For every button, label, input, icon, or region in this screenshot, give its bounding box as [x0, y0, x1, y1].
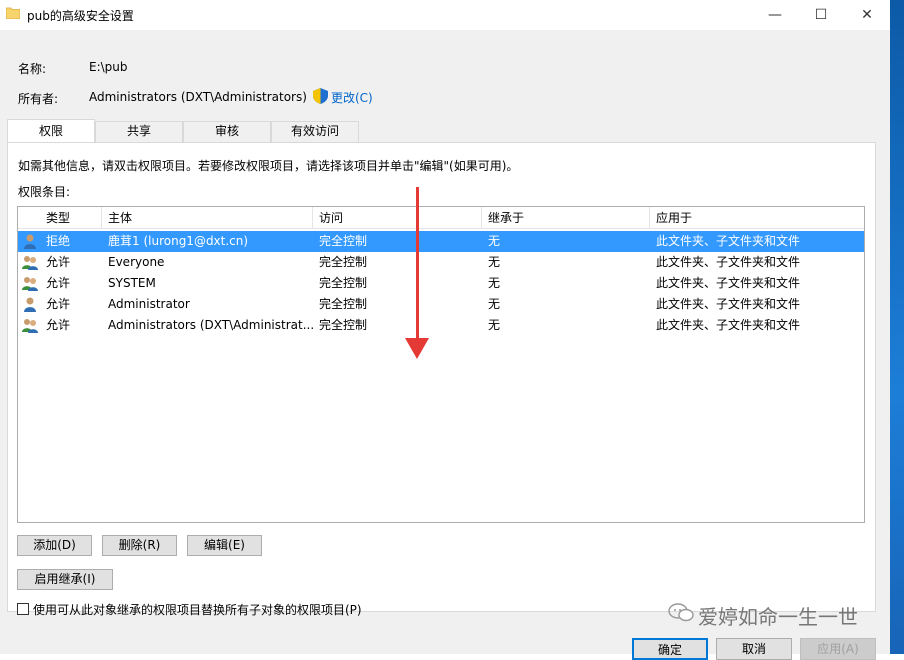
tab-auditing[interactable]: 审核 — [183, 121, 271, 142]
group-users-icon — [22, 319, 38, 333]
desktop-background — [890, 0, 904, 654]
column-access[interactable]: 访问 — [313, 207, 482, 229]
annotation-arrow-shaft — [416, 187, 419, 342]
tab-permissions[interactable]: 权限 — [7, 119, 95, 142]
change-owner-link[interactable]: 更改(C) — [331, 89, 373, 106]
name-value: E:\pub — [89, 60, 128, 74]
table-row[interactable]: 允许 Everyone 完全控制 无 此文件夹、子文件夹和文件 — [18, 252, 864, 273]
cell-inherited-from: 无 — [488, 318, 501, 332]
dialog-edge — [874, 40, 890, 654]
cell-inherited-from: 无 — [488, 276, 501, 290]
permission-entries-list[interactable]: 类型 主体 访问 继承于 应用于 拒绝 鹿茸1 (lurong1@dxt.cn) 完… — [17, 206, 865, 523]
single-user-icon — [24, 297, 36, 312]
folder-icon — [6, 7, 20, 19]
title-bar: pub的高级安全设置 — ☐ ✕ — [0, 0, 890, 30]
cell-access: 完全控制 — [319, 297, 368, 311]
cancel-button[interactable]: 取消 — [716, 638, 792, 660]
minimize-button[interactable]: — — [752, 0, 798, 30]
cell-principal: Administrators (DXT\Administrat... — [108, 318, 313, 332]
single-user-icon — [24, 234, 36, 249]
table-row[interactable]: 拒绝 鹿茸1 (lurong1@dxt.cn) 完全控制 无 此文件夹、子文件夹和文件 — [18, 231, 864, 252]
table-row[interactable]: 允许 Administrators (DXT\Administrat... 完全控制… — [18, 315, 864, 336]
ok-button[interactable]: 确定 — [632, 638, 708, 660]
cell-type: 允许 — [46, 276, 71, 290]
table-row[interactable]: 允许 Administrator 完全控制 无 此文件夹、子文件夹和文件 — [18, 294, 864, 315]
cell-applies-to: 此文件夹、子文件夹和文件 — [656, 234, 801, 248]
cell-type: 允许 — [46, 297, 71, 311]
edit-button[interactable]: 编辑(E) — [187, 535, 262, 556]
cell-type: 拒绝 — [46, 234, 71, 248]
cell-principal: 鹿茸1 (lurong1@dxt.cn) — [108, 234, 249, 248]
group-users-icon — [22, 256, 38, 270]
cell-access: 完全控制 — [319, 276, 368, 290]
table-row[interactable]: 允许 SYSTEM 完全控制 无 此文件夹、子文件夹和文件 — [18, 273, 864, 294]
uac-shield-icon — [313, 88, 328, 104]
replace-child-permissions-checkbox[interactable] — [17, 603, 29, 615]
replace-child-permissions-label: 使用可从此对象继承的权限项目替换所有子对象的权限项目(P) — [33, 603, 362, 617]
hint-text: 如需其他信息，请双击权限项目。若要修改权限项目，请选择该项目并单击"编辑"(如果… — [18, 159, 519, 173]
cell-applies-to: 此文件夹、子文件夹和文件 — [656, 276, 801, 290]
add-button[interactable]: 添加(D) — [17, 535, 92, 556]
owner-label: 所有者: — [18, 92, 59, 106]
cell-principal: Administrator — [108, 297, 190, 311]
column-type[interactable]: 类型 — [40, 207, 102, 229]
cell-inherited-from: 无 — [488, 234, 501, 248]
cell-applies-to: 此文件夹、子文件夹和文件 — [656, 297, 801, 311]
remove-button[interactable]: 删除(R) — [102, 535, 177, 556]
column-inherited-from[interactable]: 继承于 — [482, 207, 650, 229]
enable-inheritance-button[interactable]: 启用继承(I) — [17, 569, 113, 590]
list-header: 类型 主体 访问 继承于 应用于 — [18, 207, 864, 229]
maximize-button[interactable]: ☐ — [798, 0, 844, 30]
cell-access: 完全控制 — [319, 318, 368, 332]
cell-inherited-from: 无 — [488, 255, 501, 269]
watermark-text: 爱婷如命一生一世 — [698, 605, 858, 629]
apply-button[interactable]: 应用(A) — [800, 638, 876, 660]
column-principal[interactable]: 主体 — [102, 207, 313, 229]
close-button[interactable]: ✕ — [844, 0, 890, 30]
cell-applies-to: 此文件夹、子文件夹和文件 — [656, 318, 801, 332]
cell-type: 允许 — [46, 255, 71, 269]
cell-inherited-from: 无 — [488, 297, 501, 311]
group-users-icon — [22, 277, 38, 291]
tab-share[interactable]: 共享 — [95, 121, 183, 142]
cell-principal: Everyone — [108, 255, 165, 269]
cell-access: 完全控制 — [319, 234, 368, 248]
wechat-icon — [668, 603, 694, 622]
owner-value: Administrators (DXT\Administrators) — [89, 90, 307, 104]
cell-access: 完全控制 — [319, 255, 368, 269]
cell-type: 允许 — [46, 318, 71, 332]
name-label: 名称: — [18, 62, 47, 76]
window-title: pub的高级安全设置 — [27, 9, 134, 23]
column-applies-to[interactable]: 应用于 — [650, 207, 864, 229]
annotation-arrow-head — [405, 338, 429, 359]
tab-effective-access[interactable]: 有效访问 — [271, 121, 359, 142]
cell-principal: SYSTEM — [108, 276, 156, 290]
cell-applies-to: 此文件夹、子文件夹和文件 — [656, 255, 801, 269]
permission-entries-label: 权限条目: — [18, 185, 71, 199]
